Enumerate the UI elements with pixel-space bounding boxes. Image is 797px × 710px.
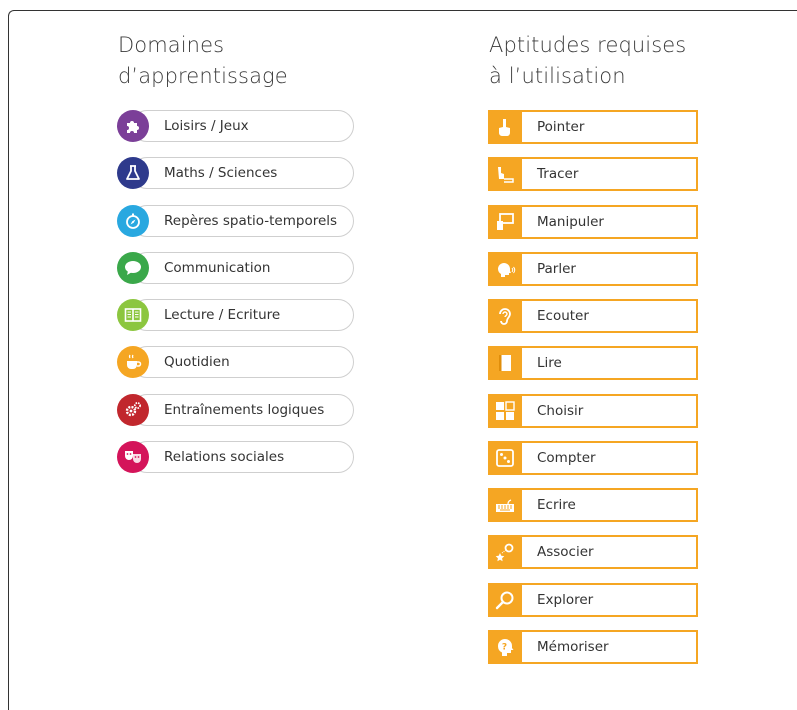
skill-item-explorer[interactable]: Explorer xyxy=(488,582,698,617)
speech-bubble-icon xyxy=(117,251,149,284)
skill-label: Ecouter xyxy=(537,308,589,324)
domain-label: Maths / Sciences xyxy=(164,165,278,182)
skill-item-lire[interactable]: Lire xyxy=(488,346,698,381)
skill-label: Compter xyxy=(537,449,596,466)
choice-grid-icon xyxy=(488,393,522,428)
skill-item-ecouter[interactable]: Ecouter xyxy=(488,299,698,333)
skill-item-associer[interactable]: Associer xyxy=(488,535,698,570)
svg-text:?: ? xyxy=(502,642,507,652)
skills-list: Pointer Tracer Manipuler Parler Ecouter … xyxy=(488,110,698,677)
domain-label: Relations sociales xyxy=(164,449,285,466)
skill-label: Parler xyxy=(537,260,576,277)
skill-item-pointer[interactable]: Pointer xyxy=(488,110,698,144)
domain-label: Entraînements logiques xyxy=(164,401,325,418)
skill-label: Lire xyxy=(537,355,562,372)
domain-item-quotidien[interactable]: Quotidien xyxy=(117,346,354,379)
domain-item-entrainements[interactable]: Entraînements logiques xyxy=(117,393,354,426)
skill-item-compter[interactable]: Compter xyxy=(488,440,698,475)
masks-icon xyxy=(117,441,149,474)
star-link-icon xyxy=(488,535,522,570)
domain-item-communication[interactable]: Communication xyxy=(117,251,354,284)
domain-item-lecture-ecriture[interactable]: Lecture / Ecriture xyxy=(117,299,354,332)
skill-item-ecrire[interactable]: Ecrire xyxy=(488,488,698,522)
domains-list: Loisirs / Jeux Maths / Sciences Repères … xyxy=(117,110,354,488)
domain-label: Loisirs / Jeux xyxy=(164,118,249,134)
skill-item-choisir[interactable]: Choisir xyxy=(488,393,698,428)
puzzle-icon xyxy=(117,110,149,142)
grabbing-hand-icon xyxy=(488,204,522,239)
skills-title: Aptitudes requises à l’utilisation xyxy=(489,33,687,88)
skill-label: Manipuler xyxy=(537,213,604,230)
skill-label: Associer xyxy=(537,544,594,561)
skill-item-memoriser[interactable]: ? Mémoriser xyxy=(488,629,698,664)
skill-item-manipuler[interactable]: Manipuler xyxy=(488,204,698,239)
domain-label: Repères spatio-temporels xyxy=(164,212,338,229)
pointing-hand-icon xyxy=(488,110,522,144)
skill-label: Pointer xyxy=(537,119,585,135)
domain-item-maths-sciences[interactable]: Maths / Sciences xyxy=(117,157,354,190)
domain-label: Communication xyxy=(164,259,271,276)
domain-item-loisirs-jeux[interactable]: Loisirs / Jeux xyxy=(117,110,354,142)
skill-label: Tracer xyxy=(537,166,579,183)
skill-label: Choisir xyxy=(537,402,584,419)
dice-icon xyxy=(488,440,522,475)
keyboard-icon xyxy=(488,488,522,522)
compass-icon xyxy=(117,204,149,237)
skill-item-tracer[interactable]: Tracer xyxy=(488,157,698,192)
brain-head-icon: ? xyxy=(488,629,522,664)
domains-title: Domaines d’apprentissage xyxy=(118,33,288,88)
magnifier-icon xyxy=(488,582,522,617)
book-icon xyxy=(117,299,149,332)
ear-icon xyxy=(488,299,522,333)
domain-label: Lecture / Ecriture xyxy=(164,307,281,324)
skill-label: Ecrire xyxy=(537,497,576,513)
skill-label: Mémoriser xyxy=(537,638,609,655)
domain-item-reperes[interactable]: Repères spatio-temporels xyxy=(117,204,354,237)
book-icon xyxy=(488,346,522,381)
skill-label: Explorer xyxy=(537,591,594,608)
speaking-head-icon xyxy=(488,251,522,286)
gears-icon xyxy=(117,393,149,426)
domain-item-relations-sociales[interactable]: Relations sociales xyxy=(117,441,354,474)
domain-label: Quotidien xyxy=(164,354,230,371)
skill-item-parler[interactable]: Parler xyxy=(488,251,698,286)
tracing-hand-icon xyxy=(488,157,522,192)
